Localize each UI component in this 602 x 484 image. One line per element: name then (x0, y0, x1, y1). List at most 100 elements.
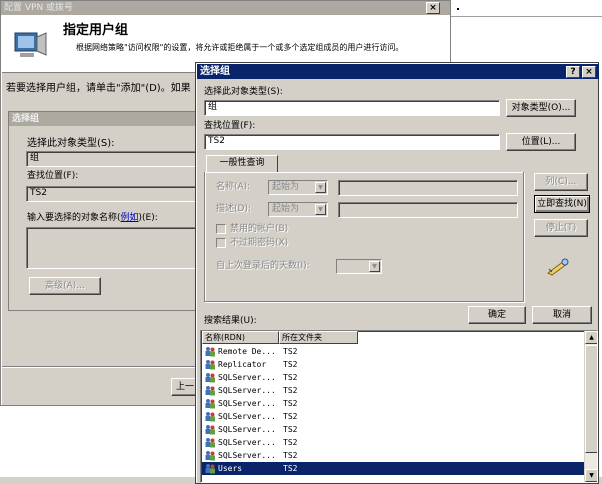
table-row[interactable]: SQLServer... TS2 (202, 449, 586, 462)
group-icon (205, 373, 215, 383)
name-match-combo[interactable]: 起始为 ▼ (268, 180, 328, 195)
table-row[interactable]: Replicator TS2 (202, 358, 586, 371)
group-icon (205, 425, 215, 435)
nonexpiring-password-label: 不过期密码(X) (230, 238, 289, 248)
table-row[interactable]: Remote De... TS2 (202, 345, 586, 358)
result-name: SQLServer... (218, 399, 276, 408)
location-field: TS2 (204, 134, 500, 150)
scroll-up-button[interactable]: ▲ (585, 331, 597, 344)
wizard-instruction: 若要选择用户组，请单击"添加"(D)。如果 (6, 83, 191, 94)
bg-dialog-title: 选择组 (12, 114, 40, 124)
bg-location-label: 查找位置(F): (27, 171, 79, 181)
result-name: SQLServer... (218, 373, 276, 382)
wizard-back-button[interactable]: 上一 (171, 378, 197, 396)
column-header-folder-label: 所在文件夹 (282, 333, 322, 342)
bg-names-label-prefix: 输入要选择的对象名称( (27, 213, 121, 223)
bg-location-field: TS2 (26, 186, 201, 202)
object-type-label: 选择此对象类型(S): (204, 87, 283, 97)
column-header-name-label: 名称(RDN) (205, 333, 245, 342)
chevron-down-icon: ▼ (369, 261, 380, 272)
result-name: Users (218, 464, 243, 473)
result-name: SQLServer... (218, 451, 276, 460)
group-icon (205, 451, 215, 461)
bg-names-label-suffix: )(E): (138, 213, 158, 223)
results-scrollbar[interactable]: ▲ ▼ (584, 331, 597, 482)
wizard-close-button[interactable]: × (426, 2, 440, 14)
description-input[interactable] (338, 202, 518, 218)
description-match-value: 起始为 (272, 204, 300, 214)
bg-object-type-label: 选择此对象类型(S): (27, 138, 115, 149)
group-icon (205, 386, 215, 396)
description-label: 描述(D): (216, 204, 251, 214)
result-folder: TS2 (283, 386, 298, 395)
background-window-bullet (457, 8, 459, 10)
nonexpiring-password-checkbox[interactable] (216, 238, 226, 248)
scroll-down-button[interactable]: ▼ (585, 469, 597, 482)
table-row[interactable]: SQLServer... TS2 (202, 436, 586, 449)
name-match-value: 起始为 (272, 182, 300, 192)
help-button[interactable]: ? (566, 66, 580, 78)
group-icon (205, 438, 215, 448)
wizard-title: 配置 VPN 或拨号 (4, 3, 74, 13)
wizard-titlebar: 配置 VPN 或拨号 (1, 1, 450, 15)
computer-icon (14, 32, 47, 57)
result-folder: TS2 (283, 425, 298, 434)
group-icon (205, 464, 215, 474)
background-window-edge (451, 0, 602, 17)
bg-object-type-field: 组 (26, 151, 201, 167)
search-query-icon (547, 258, 569, 276)
result-name: SQLServer... (218, 438, 276, 447)
table-row[interactable]: SQLServer... TS2 (202, 423, 586, 436)
bg-dialog-titlebar: 选择组 (9, 112, 197, 126)
search-results-list[interactable]: 名称(RDN) 所在文件夹 Remote De... TS2 Replicator T… (200, 330, 598, 483)
result-folder: TS2 (283, 347, 298, 356)
wizard-description: 根据网络策略"访问权限"的设置，将允许或拒绝属于一个或多个选定组成员的用户进行访… (76, 43, 404, 52)
select-group-dialog: 选择组 ? × 选择此对象类型(S): 组 对象类型(O)... 查找位置(F)… (195, 62, 599, 484)
result-name: SQLServer... (218, 425, 276, 434)
result-folder: TS2 (283, 399, 298, 408)
group-icon (205, 399, 215, 409)
result-name: Replicator (218, 360, 267, 369)
table-row[interactable]: SQLServer... TS2 (202, 371, 586, 384)
locations-button[interactable]: 位置(L)... (506, 133, 576, 151)
object-type-field: 组 (204, 100, 500, 116)
table-row[interactable]: Users TS2 (202, 462, 586, 475)
bg-names-textarea (26, 227, 201, 269)
scroll-thumb[interactable] (585, 345, 597, 453)
cancel-button[interactable]: 取消 (532, 306, 592, 324)
examples-link[interactable]: 例如 (121, 213, 139, 223)
table-row[interactable]: SQLServer... TS2 (202, 397, 586, 410)
columns-button[interactable]: 列(C)... (534, 173, 588, 191)
chevron-down-icon: ▼ (315, 204, 326, 215)
result-name: Remote De... (218, 347, 276, 356)
bg-names-label: 输入要选择的对象名称(例如)(E): (27, 213, 158, 224)
days-since-logon-label: 自上次登录后的天数(I): (216, 261, 310, 271)
dialog-title: 选择组 (200, 66, 230, 77)
ok-button[interactable]: 确定 (468, 306, 526, 324)
close-button[interactable]: × (582, 66, 596, 78)
disabled-accounts-checkbox[interactable] (216, 224, 226, 234)
bg-select-group-dialog: 选择组 选择此对象类型(S): 组 查找位置(F): TS2 输入要选择的对象名… (8, 111, 201, 311)
result-folder: TS2 (283, 438, 298, 447)
group-icon (205, 347, 215, 357)
search-results-label: 搜索结果(U): (204, 316, 257, 326)
table-row[interactable]: SQLServer... TS2 (202, 410, 586, 423)
stop-button[interactable]: 停止(T) (534, 219, 588, 237)
name-input[interactable] (338, 180, 518, 196)
column-header-folder[interactable]: 所在文件夹 (279, 331, 358, 344)
description-match-combo[interactable]: 起始为 ▼ (268, 202, 328, 217)
result-folder: TS2 (283, 373, 298, 382)
result-name: SQLServer... (218, 412, 276, 421)
column-header-name[interactable]: 名称(RDN) (202, 331, 279, 344)
bg-advanced-button[interactable]: 高级(A)... (29, 277, 101, 295)
group-icon (205, 412, 215, 422)
tab-general-queries[interactable]: 一般性查询 (206, 155, 278, 173)
object-types-button[interactable]: 对象类型(O)... (506, 99, 576, 117)
find-now-button[interactable]: 立即查找(N) (534, 195, 590, 213)
location-label: 查找位置(F): (204, 121, 256, 131)
group-icon (205, 360, 215, 370)
result-name: SQLServer... (218, 386, 276, 395)
days-since-logon-combo[interactable]: ▼ (336, 259, 382, 274)
table-row[interactable]: SQLServer... TS2 (202, 384, 586, 397)
result-folder: TS2 (283, 464, 298, 473)
